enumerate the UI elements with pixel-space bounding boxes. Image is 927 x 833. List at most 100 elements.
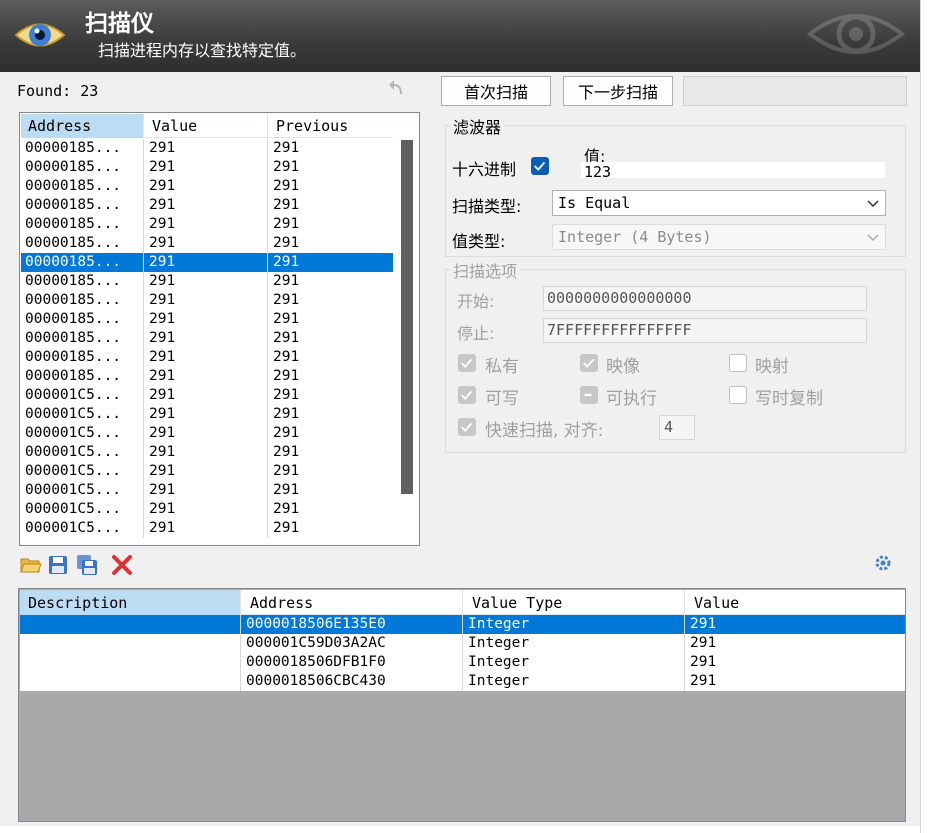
result-row[interactable]: 00000185... 291 291 <box>21 253 393 272</box>
result-row[interactable]: 000001C5... 291 291 <box>21 386 393 405</box>
result-previous-cell: 291 <box>273 197 300 213</box>
writable-checkbox[interactable] <box>458 386 476 404</box>
first-scan-button[interactable]: 首次扫描 <box>441 76 551 106</box>
result-row[interactable]: 00000185... 291 291 <box>21 329 393 348</box>
column-value-type[interactable]: Value Type <box>464 590 685 615</box>
start-label: 开始: <box>457 292 495 311</box>
address-value-cell: 291 <box>690 635 717 651</box>
fast-scan-label: 快速扫描, 对齐: <box>485 421 604 441</box>
filter-group-label: 滤波器 <box>450 114 505 138</box>
address-row[interactable]: 0000018506E135E0 Integer 291 <box>20 615 905 634</box>
fast-scan-checkbox[interactable] <box>458 418 476 436</box>
result-row[interactable]: 000001C5... 291 291 <box>21 462 393 481</box>
result-address-cell: 000001C5... <box>21 443 144 462</box>
result-value-cell: 291 <box>145 405 268 424</box>
address-type-cell: Integer <box>464 634 685 653</box>
result-row[interactable]: 00000185... 291 291 <box>21 291 393 310</box>
hex-checkbox[interactable] <box>531 157 549 175</box>
header-banner: 扫描仪 扫描进程内存以查找特定值。 <box>0 0 920 72</box>
next-scan-button[interactable]: 下一步扫描 <box>563 76 673 106</box>
result-address-cell: 00000185... <box>21 158 144 177</box>
result-address-cell: 00000185... <box>21 348 144 367</box>
column-value[interactable]: Value <box>686 590 905 615</box>
delete-icon[interactable] <box>111 554 133 576</box>
result-row[interactable]: 00000185... 291 291 <box>21 367 393 386</box>
executable-label: 可执行 <box>606 389 657 409</box>
result-row[interactable]: 00000185... 291 291 <box>21 234 393 253</box>
result-previous-cell: 291 <box>273 140 300 156</box>
result-row[interactable]: 00000185... 291 291 <box>21 215 393 234</box>
result-row[interactable]: 000001C5... 291 291 <box>21 481 393 500</box>
address-address-cell: 0000018506CBC430 <box>242 672 463 691</box>
address-row[interactable]: 0000018506DFB1F0 Integer 291 <box>20 653 905 672</box>
address-type-cell: Integer <box>464 672 685 691</box>
address-description-cell <box>20 615 241 634</box>
result-value-cell: 291 <box>145 386 268 405</box>
result-value-cell: 291 <box>145 196 268 215</box>
result-row[interactable]: 00000185... 291 291 <box>21 272 393 291</box>
address-value-cell: 291 <box>690 673 717 689</box>
undo-arrow-icon[interactable] <box>388 76 408 98</box>
address-list-table[interactable]: Description Address Value Type Value 000… <box>18 588 906 822</box>
mapped-label: 映射 <box>755 357 789 377</box>
check-icon <box>461 390 473 400</box>
result-address-cell: 00000185... <box>21 367 144 386</box>
copy-on-write-checkbox[interactable] <box>729 386 747 404</box>
check-icon <box>583 358 595 368</box>
column-description[interactable]: Description <box>20 590 241 615</box>
stop-address-input[interactable]: 7FFFFFFFFFFFFFFF <box>543 318 867 343</box>
result-previous-cell: 291 <box>273 387 300 403</box>
results-scrollbar-thumb[interactable] <box>401 140 413 494</box>
open-folder-icon[interactable] <box>20 554 42 576</box>
result-row[interactable]: 000001C5... 291 291 <box>21 443 393 462</box>
column-address[interactable]: Address <box>21 114 144 138</box>
result-row[interactable]: 00000185... 291 291 <box>21 139 393 158</box>
result-previous-cell: 291 <box>273 292 300 308</box>
address-type-cell: Integer <box>464 653 685 672</box>
results-scrollbar[interactable] <box>394 114 419 545</box>
result-row[interactable]: 00000185... 291 291 <box>21 310 393 329</box>
result-value-cell: 291 <box>145 177 268 196</box>
column-value[interactable]: Value <box>145 114 268 138</box>
address-row[interactable]: 0000018506CBC430 Integer 291 <box>20 672 905 691</box>
value-input[interactable]: 123 <box>581 162 885 178</box>
result-address-cell: 000001C5... <box>21 424 144 443</box>
check-icon <box>534 161 546 171</box>
address-address-cell: 0000018506DFB1F0 <box>242 653 463 672</box>
result-row[interactable]: 00000185... 291 291 <box>21 158 393 177</box>
save-all-icon[interactable] <box>76 554 98 576</box>
undo-scan-button[interactable] <box>683 76 907 106</box>
eye-watermark-icon <box>806 14 906 54</box>
column-address[interactable]: Address <box>242 590 463 615</box>
result-previous-cell: 291 <box>273 368 300 384</box>
header-subtitle: 扫描进程内存以查找特定值。 <box>98 41 307 60</box>
settings-gear-icon[interactable] <box>873 553 893 573</box>
image-checkbox[interactable] <box>580 354 598 372</box>
save-icon[interactable] <box>47 554 69 576</box>
result-row[interactable]: 000001C5... 291 291 <box>21 500 393 519</box>
address-type-cell: Integer <box>464 615 685 634</box>
result-row[interactable]: 00000185... 291 291 <box>21 196 393 215</box>
scan-type-select[interactable]: Is Equal <box>552 190 886 216</box>
result-address-cell: 00000185... <box>21 215 144 234</box>
alignment-input[interactable]: 4 <box>659 415 695 440</box>
value-type-select[interactable]: Integer (4 Bytes) <box>552 224 886 250</box>
result-row[interactable]: 00000185... 291 291 <box>21 177 393 196</box>
writable-label: 可写 <box>485 389 519 409</box>
scan-results-list[interactable]: Address Value Previous 00000185... 291 291… <box>19 112 420 546</box>
start-address-input[interactable]: 0000000000000000 <box>543 286 867 311</box>
result-row[interactable]: 000001C5... 291 291 <box>21 424 393 443</box>
result-row[interactable]: 00000185... 291 291 <box>21 348 393 367</box>
window-edge <box>920 0 927 833</box>
mapped-checkbox[interactable] <box>729 354 747 372</box>
chevron-down-icon <box>867 200 879 208</box>
column-previous[interactable]: Previous <box>269 114 393 138</box>
result-value-cell: 291 <box>145 329 268 348</box>
result-row[interactable]: 000001C5... 291 291 <box>21 405 393 424</box>
result-row[interactable]: 000001C5... 291 291 <box>21 519 393 538</box>
stop-label: 停止: <box>457 324 495 343</box>
window-bottom-edge <box>0 826 920 833</box>
private-checkbox[interactable] <box>458 354 476 372</box>
address-row[interactable]: 000001C59D03A2AC Integer 291 <box>20 634 905 653</box>
executable-checkbox[interactable] <box>580 386 598 404</box>
